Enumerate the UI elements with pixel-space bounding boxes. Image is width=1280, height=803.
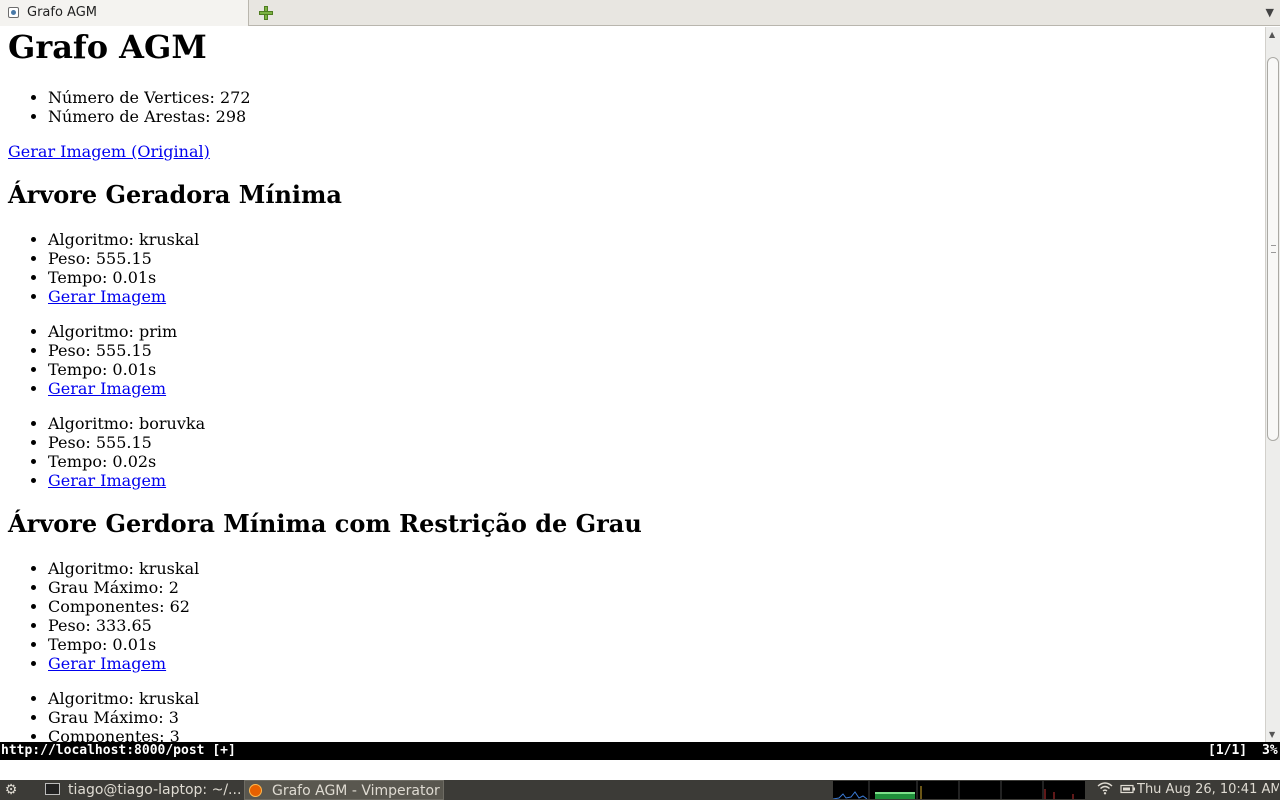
- command-line[interactable]: [0, 760, 1280, 780]
- gear-icon[interactable]: ⚙: [2, 780, 20, 800]
- taskbar: ⚙ tiago@tiago-laptop: ~/... Grafo AGM - …: [0, 780, 1280, 800]
- generate-image-link[interactable]: Gerar Imagem: [48, 654, 166, 673]
- list-item: Grau Máximo: 2: [48, 578, 199, 597]
- generate-image-link[interactable]: Gerar Imagem: [48, 287, 166, 306]
- wifi-icon[interactable]: [1097, 780, 1113, 800]
- page-title: Grafo AGM: [8, 28, 207, 66]
- mst-boruvka-list: Algoritmo: boruvka Peso: 555.15 Tempo: 0…: [8, 414, 205, 490]
- list-item: Gerar Imagem: [48, 654, 199, 673]
- status-line: http://localhost:8000/post [+] [1/1] 3%: [0, 742, 1280, 760]
- scrollbar-thumb[interactable]: [1267, 57, 1279, 441]
- section-heading-dcmst: Árvore Gerdora Mínima com Restrição de G…: [8, 509, 642, 538]
- list-item: Número de Arestas: 298: [48, 107, 251, 126]
- scroll-up-icon[interactable]: ▲: [1269, 30, 1275, 39]
- dcmst-kruskal-list-1: Algoritmo: kruskal Grau Máximo: 2 Compon…: [8, 559, 199, 673]
- mst-kruskal-list: Algoritmo: kruskal Peso: 555.15 Tempo: 0…: [8, 230, 199, 306]
- list-item: Tempo: 0.01s: [48, 635, 199, 654]
- dcmst-kruskal-list-2: Algoritmo: kruskal Grau Máximo: 3 Compon…: [8, 689, 199, 742]
- list-item: Peso: 333.65: [48, 616, 199, 635]
- list-item: Algoritmo: kruskal: [48, 559, 199, 578]
- list-item: Algoritmo: boruvka: [48, 414, 205, 433]
- terminal-icon: [45, 783, 60, 795]
- chevron-down-icon[interactable]: ▼: [1266, 6, 1274, 19]
- list-item: Componentes: 62: [48, 597, 199, 616]
- list-item: Gerar Imagem: [48, 471, 205, 490]
- status-scroll-percent: 3%: [1262, 743, 1278, 758]
- scroll-down-icon[interactable]: ▼: [1269, 730, 1275, 739]
- taskbar-terminal-button[interactable]: tiago@tiago-laptop: ~/...: [45, 780, 240, 800]
- clock[interactable]: Thu Aug 26, 10:41 AM: [1137, 780, 1279, 800]
- page-content: Grafo AGM Número de Vertices: 272 Número…: [0, 27, 1265, 742]
- list-item: Grau Máximo: 3: [48, 708, 199, 727]
- taskbar-firefox-label: Grafo AGM - Vimperator: [272, 783, 440, 799]
- plus-icon[interactable]: [258, 5, 274, 21]
- list-item: Algoritmo: kruskal: [48, 689, 199, 708]
- status-buffer-position: [1/1]: [1208, 743, 1248, 758]
- mst-prim-list: Algoritmo: prim Peso: 555.15 Tempo: 0.01…: [8, 322, 177, 398]
- list-item: Peso: 555.15: [48, 341, 177, 360]
- list-item: Componentes: 3: [48, 727, 199, 742]
- list-item: Tempo: 0.02s: [48, 452, 205, 471]
- list-item: Peso: 555.15: [48, 433, 205, 452]
- tab-bar: Grafo AGM ▼: [0, 0, 1280, 26]
- system-monitor: [832, 781, 1085, 800]
- graph-summary-list: Número de Vertices: 272 Número de Aresta…: [8, 88, 251, 126]
- generate-image-link[interactable]: Gerar Imagem: [48, 471, 166, 490]
- list-item: Peso: 555.15: [48, 249, 199, 268]
- list-item: Tempo: 0.01s: [48, 268, 199, 287]
- status-url: http://localhost:8000/post [+]: [1, 743, 236, 758]
- list-item: Gerar Imagem: [48, 379, 177, 398]
- generate-original-image-link[interactable]: Gerar Imagem (Original): [8, 142, 210, 161]
- tab-title: Grafo AGM: [27, 5, 98, 20]
- tab-grafo-agm[interactable]: Grafo AGM: [0, 0, 249, 26]
- vertical-scrollbar[interactable]: ▲ ▼: [1265, 27, 1280, 742]
- firefox-icon: [249, 784, 262, 797]
- generate-image-link[interactable]: Gerar Imagem: [48, 379, 166, 398]
- list-item: Número de Vertices: 272: [48, 88, 251, 107]
- taskbar-firefox-button[interactable]: Grafo AGM - Vimperator: [244, 780, 444, 800]
- section-heading-mst: Árvore Geradora Mínima: [8, 180, 342, 209]
- list-item: Gerar Imagem: [48, 287, 199, 306]
- system-monitor-graph: [832, 781, 1085, 800]
- list-item: Algoritmo: kruskal: [48, 230, 199, 249]
- taskbar-terminal-label: tiago@tiago-laptop: ~/...: [68, 782, 240, 798]
- page-icon: [8, 7, 19, 18]
- battery-icon[interactable]: [1120, 780, 1136, 800]
- list-item: Tempo: 0.01s: [48, 360, 177, 379]
- list-item: Algoritmo: prim: [48, 322, 177, 341]
